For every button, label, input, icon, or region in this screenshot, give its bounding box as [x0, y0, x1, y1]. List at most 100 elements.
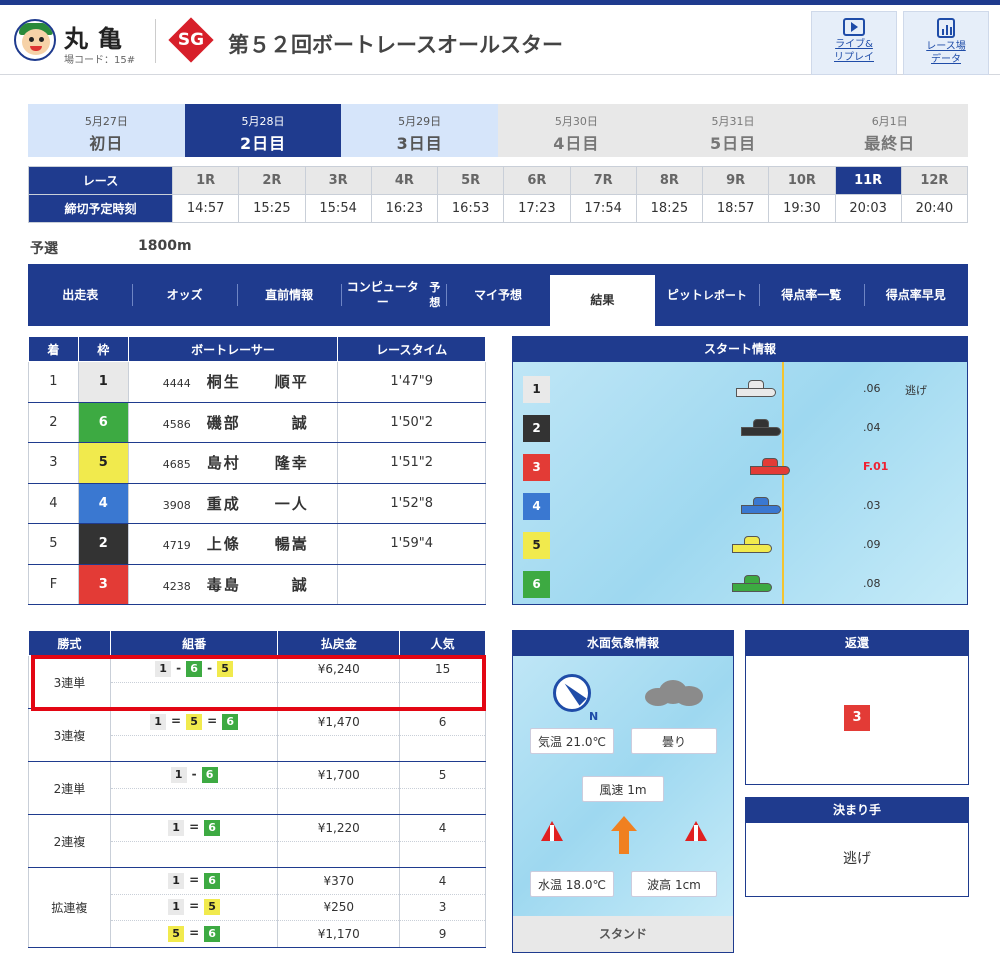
racer-cell[interactable]: 4719 上條 暢嵩 [128, 523, 339, 565]
day-tabs: 5月27日 初日 5月28日 2日目 5月29日 3日目 5月30日 4日目 5月31日 5日目 6… [28, 104, 969, 157]
combo-cell: 1 = 6 [110, 867, 279, 895]
tab-label: コンピューター [346, 280, 419, 309]
finish-rank: 4 [28, 483, 79, 524]
racer-regno: 4586 [162, 417, 191, 431]
combo-cell: 1 = 5 [109, 894, 279, 921]
lane-number: 3 [523, 454, 550, 481]
day-name: 2日目 [239, 134, 287, 153]
empty-cell [399, 841, 486, 868]
boat-hull [731, 544, 772, 553]
tab-label: 得点率一覧 [781, 287, 842, 302]
data-label-1: レース場 [926, 41, 966, 52]
combo-waku: 6 [204, 872, 221, 889]
racer-name: 上條 暢嵩 [206, 535, 309, 554]
empty-cell [399, 788, 486, 815]
payout-row: 2連複 1 = 6 ¥1,220 4 [28, 814, 486, 868]
race-tab-6R[interactable]: 6R [503, 166, 571, 195]
start-timing: F.01 [863, 460, 889, 473]
bet-type: 拡連複 [28, 867, 111, 948]
tab-8[interactable]: 得点率一覧 [759, 264, 863, 326]
combo-cell: 1-6 [110, 761, 279, 789]
tab-3[interactable]: 直前情報 [236, 264, 341, 326]
day-tab-6[interactable]: 6月1日最終日 [811, 104, 969, 157]
racer-cell[interactable]: 4444 桐生 順平 [128, 361, 339, 403]
race-tab-9R[interactable]: 9R [701, 166, 770, 195]
race-tab-3R[interactable]: 3R [304, 166, 372, 195]
popularity: 3 [399, 894, 486, 921]
kimarite-title: 決まり手 [746, 798, 968, 823]
payout-header: 組番 [109, 630, 279, 656]
day-tab-2[interactable]: 5月28日 2日目 [184, 104, 342, 157]
deadline-9R: 18:57 [701, 194, 770, 223]
finish-rank: 3 [28, 442, 79, 484]
race-tab-1R[interactable]: 1R [171, 166, 240, 195]
combo-cell: 5 = 6 [109, 920, 279, 948]
combo-separator: = [207, 713, 218, 728]
start-lane-4: 4.03 [523, 487, 979, 526]
tab-1[interactable]: 出走表 [28, 264, 132, 326]
result-header: ボートレーサー [127, 336, 339, 362]
boat-hull [750, 466, 790, 475]
finish-rank: 1 [28, 361, 79, 403]
race-tab-5R[interactable]: 5R [436, 166, 505, 195]
deadline-5R: 16:53 [436, 194, 505, 223]
page: 丸亀 場コード：15# SG 第５２回ボートレースオールスター ライブ& リプレ… [0, 0, 1000, 955]
race-time: 1'50"2 [337, 402, 486, 443]
payout-row: 拡連複 1 = 6 ¥370 4 [28, 867, 486, 948]
north-label: N [589, 710, 599, 723]
deadline-header: 締切予定時刻 [28, 194, 173, 223]
payout-header: 払戻金 [277, 630, 401, 656]
day-tab-1[interactable]: 5月27日 初日 [28, 104, 185, 157]
live-replay-button[interactable]: ライブ& リプレイ [811, 11, 897, 75]
result-row: F 3 4238 毒島 誠 [28, 564, 486, 605]
day-date: 6月1日 [871, 115, 908, 128]
combo-waku: 6 [222, 713, 239, 730]
race-tab-2R[interactable]: 2R [238, 166, 306, 195]
start-kimarite: 逃げ [905, 384, 927, 397]
venue-data-button[interactable]: レース場 データ [903, 11, 989, 75]
tab-2[interactable]: オッズ [132, 264, 236, 326]
popularity: 4 [399, 867, 486, 895]
tab-9[interactable]: 得点率早見 [863, 264, 968, 326]
tab-4[interactable]: コンピューター 予想 [341, 264, 445, 326]
race-tab-7R[interactable]: 7R [569, 166, 637, 195]
day-date: 5月30日 [554, 115, 598, 128]
tab-7[interactable]: ピット レポート [655, 264, 759, 326]
tab-5[interactable]: マイ予想 [445, 264, 550, 326]
racer-cell[interactable]: 4685 島村 隆幸 [128, 442, 339, 484]
racer-cell[interactable]: 3908 重成 一人 [128, 483, 339, 524]
racer-cell[interactable]: 4238 毒島 誠 [128, 564, 339, 605]
start-lane-6: 6.08 [523, 565, 979, 604]
grade-badge: SG [168, 17, 214, 63]
day-tab-4[interactable]: 5月30日 4日目 [498, 104, 655, 157]
result-row: 5 2 4719 上條 暢嵩 1'59"4 [28, 523, 486, 565]
result-row: 4 4 3908 重成 一人 1'52"8 [28, 483, 486, 524]
race-tab-12R[interactable]: 12R [900, 166, 969, 195]
boat-icon [736, 380, 777, 398]
tab-6[interactable]: 結果 [550, 275, 655, 326]
combo-separator: = [189, 872, 200, 887]
tab-label: 得点率早見 [885, 287, 946, 302]
buoy-left-icon [541, 821, 563, 843]
boat-hull [736, 388, 777, 397]
payout-row: 2連単 1-6 ¥1,700 5 [28, 761, 486, 815]
racer-cell[interactable]: 4586 磯部 誠 [128, 402, 339, 443]
racer-name: 毒島 誠 [206, 575, 309, 594]
race-time: 1'47"9 [337, 361, 486, 403]
start-water: 1 .06 逃げ 2 .04 3 F.01 4 .03 5 .09 6 .08 [513, 362, 967, 604]
race-tab-10R[interactable]: 10R [768, 166, 836, 195]
start-info-panel: スタート情報 1 .06 逃げ 2 .04 3 F.01 4 .03 5 .09 6 .08 [512, 336, 968, 605]
day-tab-5[interactable]: 5月31日 5日目 [654, 104, 812, 157]
live-label-1: ライブ& [835, 39, 873, 50]
racer-regno: 4685 [162, 458, 191, 472]
race-tab-8R[interactable]: 8R [635, 166, 704, 195]
day-tab-3[interactable]: 5月29日 3日目 [341, 104, 499, 157]
day-name: 最終日 [864, 134, 916, 153]
waku-number: 2 [78, 523, 129, 565]
race-tab-4R[interactable]: 4R [370, 166, 439, 195]
result-table: 着枠ボートレーサー レースタイム 1 1 4444 桐生 順平 1'47"9 2 6 4586 磯… [28, 336, 486, 605]
combo-waku: 6 [204, 819, 221, 836]
highlight-box [31, 655, 486, 711]
day-name: 3日目 [396, 134, 443, 153]
race-tab-11R[interactable]: 11R [834, 166, 902, 195]
